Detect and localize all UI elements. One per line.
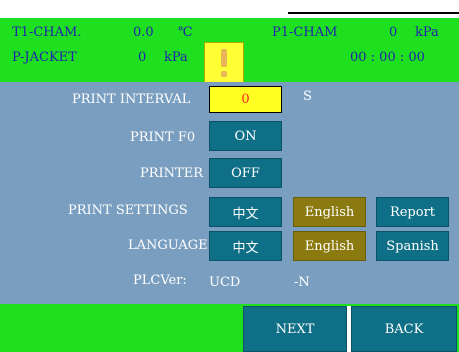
printer-label: PRINTER [140, 166, 203, 181]
plc-version-suffix: -N [294, 275, 310, 290]
plc-version-value: UCD [209, 275, 241, 290]
print-interval-label: PRINT INTERVAL [72, 92, 191, 107]
jacket-value: 0 [138, 50, 147, 65]
print-f0-toggle[interactable]: ON [209, 121, 282, 151]
t1-unit: ℃ [178, 25, 193, 40]
print-interval-unit: S [303, 89, 312, 104]
p1-unit: kPa [415, 25, 439, 40]
printer-toggle[interactable]: OFF [209, 158, 282, 188]
t1-label: T1-CHAM. [12, 25, 82, 40]
p1-label: P1-CHAM [272, 25, 338, 40]
status-header: T1-CHAM. 0.0 ℃ P-JACKET 0 kPa P1-CHAM 0 … [0, 18, 459, 86]
elapsed-time: 00 : 00 : 00 [350, 50, 425, 65]
print-settings-english-button[interactable]: English [293, 197, 366, 227]
language-english-button[interactable]: English [293, 231, 366, 261]
jacket-unit: kPa [164, 50, 188, 65]
print-settings-report-button[interactable]: Report [376, 197, 449, 227]
next-button[interactable]: NEXT [243, 306, 347, 352]
exclamation-icon [216, 49, 232, 79]
print-settings-chinese-button[interactable]: 中文 [209, 197, 282, 227]
back-button[interactable]: BACK [351, 306, 457, 352]
print-interval-input[interactable]: 0 [209, 86, 282, 113]
top-clipped-strip [0, 0, 459, 18]
language-spanish-button[interactable]: Spanish [376, 231, 449, 261]
print-settings-label: PRINT SETTINGS [68, 203, 188, 218]
p1-value: 0 [389, 25, 398, 40]
t1-value: 0.0 [133, 25, 154, 40]
language-label: LANGUAGE [128, 238, 208, 253]
underline-divider [288, 12, 459, 14]
language-chinese-button[interactable]: 中文 [209, 231, 282, 261]
settings-panel [0, 82, 459, 304]
warning-indicator[interactable] [204, 42, 244, 86]
print-f0-label: PRINT F0 [130, 130, 196, 145]
jacket-label: P-JACKET [12, 50, 77, 65]
plc-version-label: PLCVer: [133, 273, 187, 288]
